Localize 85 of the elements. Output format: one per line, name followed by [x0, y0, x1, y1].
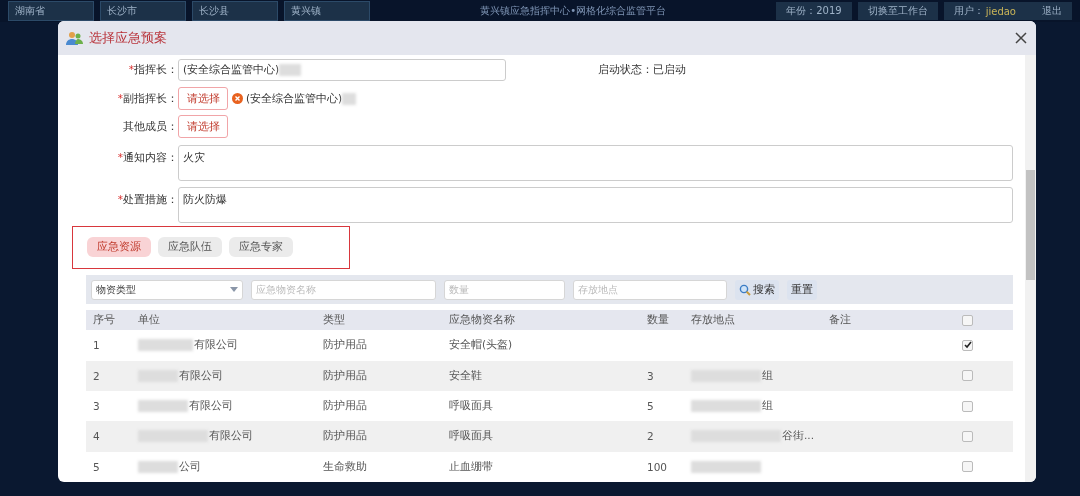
checkbox[interactable]: [962, 339, 973, 351]
checkbox[interactable]: [962, 461, 973, 473]
table-cell: 2: [93, 369, 100, 382]
blurred-text: [342, 92, 357, 105]
logout-link[interactable]: 退出: [1042, 4, 1062, 18]
resource-tab[interactable]: 应急专家: [229, 237, 293, 258]
resource-tab[interactable]: 应急队伍: [158, 237, 222, 258]
column-header: 存放地点: [691, 313, 735, 328]
table-cell: 防护用品: [323, 429, 367, 444]
column-header: 序号: [93, 313, 115, 328]
region-tab[interactable]: 湖南省: [8, 1, 94, 21]
count-field[interactable]: 数量: [444, 279, 565, 300]
checkbox[interactable]: [962, 400, 973, 412]
type-select[interactable]: 物资类型: [91, 279, 243, 300]
column-header: 单位: [138, 313, 160, 328]
close-button[interactable]: [1014, 31, 1028, 45]
table-cell: 1: [93, 339, 100, 352]
search-button[interactable]: 搜索: [735, 279, 779, 300]
table-cell: 生命救助: [323, 459, 367, 474]
table-cell: 呼吸面具: [449, 429, 493, 444]
scrollbar[interactable]: [1025, 55, 1036, 482]
blurred-text: [138, 339, 193, 352]
table-cell: 防护用品: [323, 368, 367, 383]
column-header: 应急物资名称: [449, 313, 515, 328]
resource-tab[interactable]: 应急资源: [87, 237, 151, 258]
table-cell: 3: [93, 400, 100, 413]
year-label: 年份：2019: [776, 2, 852, 20]
table-cell: 有限公司: [138, 338, 238, 353]
blurred-text: [691, 460, 761, 473]
blurred-text: [138, 460, 178, 473]
table-cell: 谷街...: [691, 429, 814, 444]
table-cell: 有限公司: [138, 429, 253, 444]
users-icon: [66, 30, 83, 46]
table-cell: 组: [691, 368, 773, 383]
deputy-name: (安全综合监管中心): [246, 91, 343, 106]
table-cell: 4: [93, 430, 100, 443]
table-cell: 有限公司: [138, 399, 233, 414]
region-tab[interactable]: 长沙县: [192, 1, 278, 21]
switch-workbench-button[interactable]: 切换至工作台: [857, 2, 938, 20]
table-cell: 3: [647, 369, 654, 382]
commander-field[interactable]: (安全综合监管中心): [178, 59, 506, 81]
blurred-text: [279, 64, 302, 76]
reset-button[interactable]: 重置: [787, 279, 817, 300]
field-label: 其他成员：: [122, 119, 178, 134]
user-label: 用户：: [953, 4, 984, 18]
remove-icon[interactable]: [232, 93, 243, 104]
platform-title: 黄兴镇应急指挥中心•网格化综合监管平台: [479, 4, 668, 18]
region-tab[interactable]: 长沙市: [100, 1, 186, 21]
checkbox[interactable]: [962, 314, 973, 326]
table-cell: 安全帽(头盔): [449, 338, 513, 353]
table-cell: 2: [647, 430, 654, 443]
table-cell: 止血绷带: [449, 459, 493, 474]
status-text: 启动状态：已启动: [598, 63, 686, 77]
search-icon: [739, 283, 751, 296]
table-cell: 有限公司: [138, 368, 223, 383]
measures-field[interactable]: 防火防爆: [178, 187, 1013, 223]
select-button[interactable]: 请选择: [178, 87, 228, 110]
checkbox[interactable]: [962, 430, 973, 442]
column-header: 数量: [647, 313, 669, 328]
table-cell: 安全鞋: [449, 368, 482, 383]
table-cell: 呼吸面具: [449, 399, 493, 414]
table-cell: 5: [647, 400, 654, 413]
name-field[interactable]: 应急物资名称: [251, 279, 436, 300]
checkbox[interactable]: [962, 370, 973, 382]
field-label: *副指挥长：: [116, 91, 178, 106]
table-cell: 100: [647, 460, 668, 473]
table-cell: 防护用品: [323, 338, 367, 353]
table-cell: 公司: [138, 459, 201, 474]
field-label: *通知内容：: [116, 150, 178, 165]
notice-field[interactable]: 火灾: [178, 145, 1013, 181]
table-cell: 组: [691, 399, 773, 414]
table-cell: 5: [93, 460, 100, 473]
dialog-title: 选择应急预案: [89, 29, 168, 47]
column-header: 备注: [829, 313, 851, 328]
blurred-text: [138, 400, 188, 413]
select-button[interactable]: 请选择: [178, 115, 228, 138]
table-cell: 防护用品: [323, 399, 367, 414]
field-label: *处置措施：: [116, 192, 178, 207]
region-tab[interactable]: 黄兴镇: [284, 1, 370, 21]
place-field[interactable]: 存放地点: [573, 279, 727, 300]
caret-icon: [230, 287, 238, 292]
column-header: 类型: [323, 313, 345, 328]
user-name: jiedao: [985, 5, 1016, 17]
blurred-text: [691, 400, 761, 413]
field-label: *指挥长：: [127, 63, 178, 77]
